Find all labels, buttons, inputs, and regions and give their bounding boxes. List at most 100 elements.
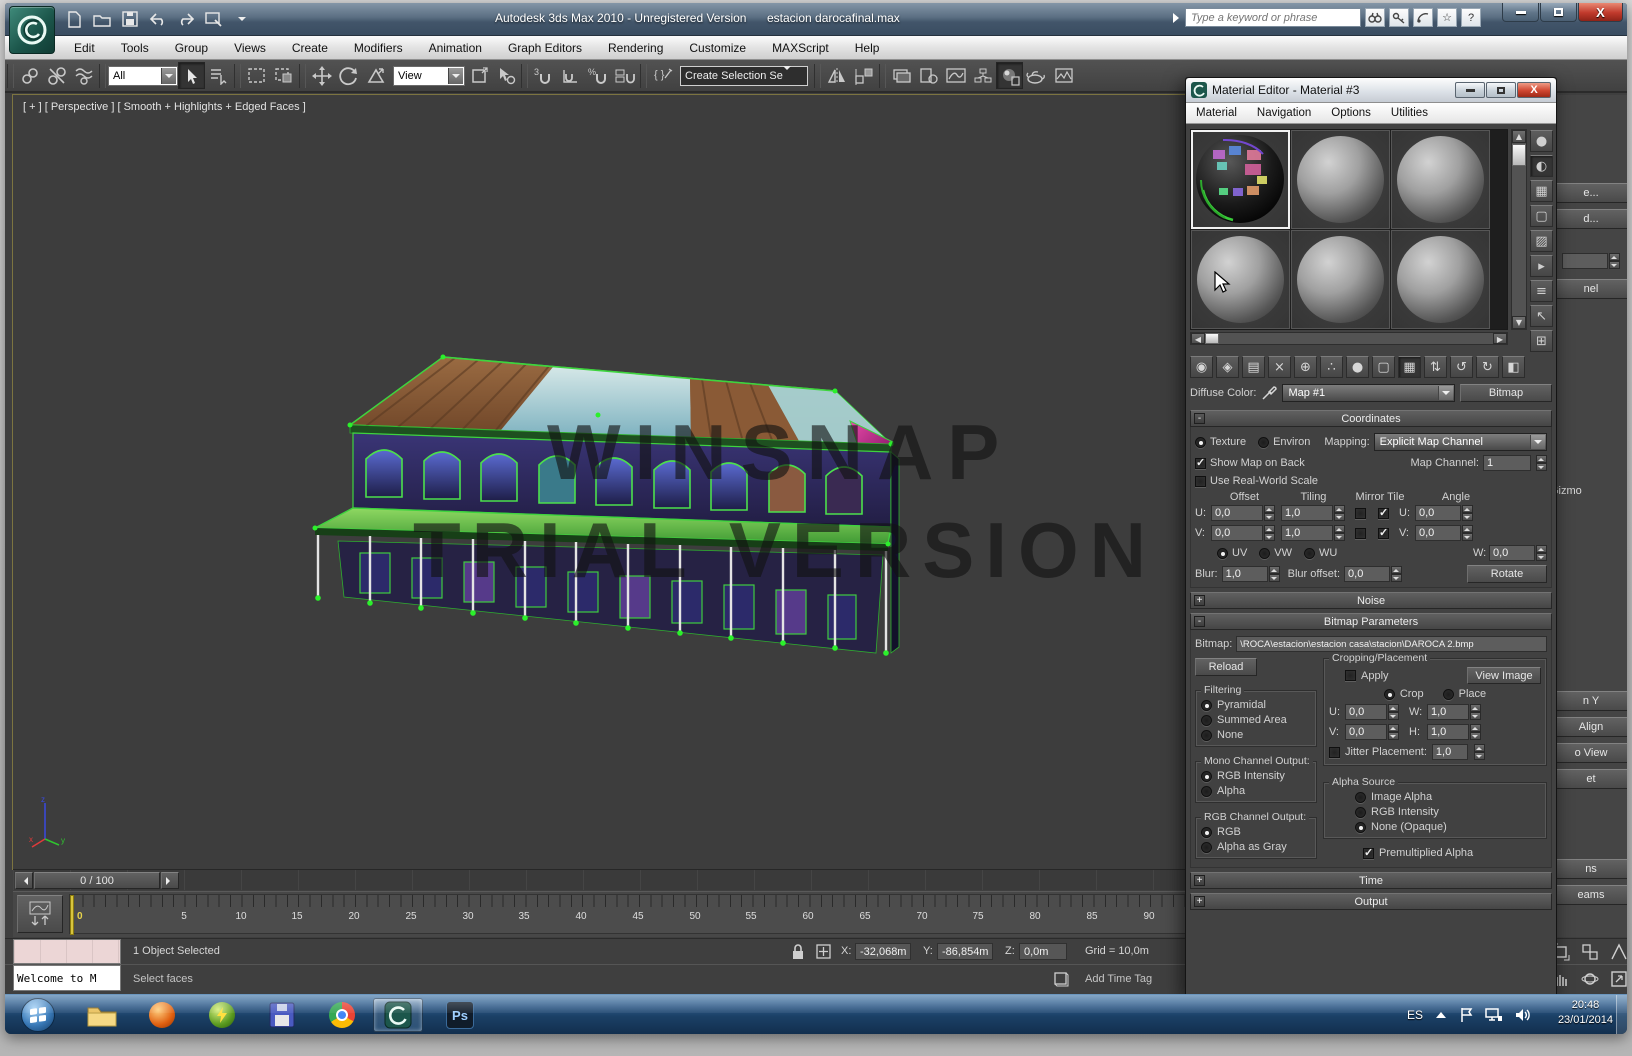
dropdown-arrow-icon[interactable] bbox=[448, 68, 463, 84]
v-tile-checkbox[interactable] bbox=[1378, 528, 1389, 539]
favorites-star-icon[interactable]: ☆ bbox=[1437, 8, 1457, 27]
alpha-rgb-intensity-radio[interactable] bbox=[1355, 807, 1366, 818]
rendered-frame-window-icon[interactable] bbox=[1050, 62, 1077, 89]
mirror-icon[interactable] bbox=[823, 62, 850, 89]
menu-customize[interactable]: Customize bbox=[676, 36, 759, 60]
volume-icon[interactable] bbox=[1515, 1008, 1531, 1022]
toolbar-options-chevron-icon[interactable] bbox=[231, 8, 253, 30]
place-radio[interactable] bbox=[1443, 689, 1454, 700]
material-slot-4[interactable] bbox=[1191, 230, 1290, 329]
search-binoculars-icon[interactable] bbox=[1365, 8, 1385, 27]
v-angle-field[interactable]: 0,0 bbox=[1415, 525, 1461, 541]
communication-center-icon[interactable] bbox=[1413, 8, 1433, 27]
redo-icon[interactable] bbox=[175, 8, 197, 30]
reference-coordinate-dropdown[interactable]: View bbox=[393, 66, 465, 86]
put-to-library-icon[interactable]: ● bbox=[1346, 356, 1369, 378]
selection-filter-dropdown[interactable]: All bbox=[108, 66, 178, 86]
subscription-key-icon[interactable] bbox=[1389, 8, 1409, 27]
scroll-down-icon[interactable]: ▼ bbox=[1512, 316, 1526, 329]
crop-w-field[interactable]: 1,0 bbox=[1427, 704, 1469, 720]
material-slot-6[interactable] bbox=[1391, 230, 1490, 329]
zoom-extents-all-icon[interactable] bbox=[1576, 939, 1604, 965]
view-image-button[interactable]: View Image bbox=[1467, 667, 1541, 684]
summed-area-radio[interactable] bbox=[1201, 715, 1212, 726]
material-map-navigator-icon[interactable]: ⊞ bbox=[1530, 330, 1553, 352]
scroll-right-icon[interactable]: ▶ bbox=[1493, 333, 1507, 344]
taskbar-app-green-icon[interactable] bbox=[197, 998, 247, 1032]
blur-field[interactable]: 1,0 bbox=[1222, 566, 1268, 582]
put-material-to-scene-icon[interactable]: ◈ bbox=[1216, 356, 1239, 378]
select-and-scale-icon[interactable] bbox=[362, 62, 389, 89]
texture-radio[interactable] bbox=[1195, 437, 1206, 448]
help-icon[interactable]: ? bbox=[1461, 8, 1481, 27]
render-setup-icon[interactable] bbox=[1023, 62, 1050, 89]
select-object-button[interactable] bbox=[178, 62, 205, 89]
make-preview-icon[interactable]: ▸ bbox=[1530, 255, 1553, 277]
rectangular-selection-region-icon[interactable] bbox=[243, 62, 270, 89]
make-material-copy-icon[interactable]: ⊕ bbox=[1294, 356, 1317, 378]
panel-button-fragment[interactable]: ns bbox=[1550, 859, 1627, 879]
panel-button-fragment[interactable]: d... bbox=[1550, 209, 1627, 229]
u-angle-field[interactable]: 0,0 bbox=[1415, 505, 1461, 521]
reload-button[interactable]: Reload bbox=[1195, 658, 1257, 676]
use-real-world-scale-checkbox[interactable] bbox=[1195, 476, 1206, 487]
named-selection-set-dropdown[interactable]: Create Selection Se bbox=[680, 66, 808, 86]
save-file-icon[interactable] bbox=[119, 8, 141, 30]
sample-type-icon[interactable]: ● bbox=[1530, 130, 1553, 152]
menu-group[interactable]: Group bbox=[162, 36, 221, 60]
select-and-move-icon[interactable] bbox=[308, 62, 335, 89]
v-mirror-checkbox[interactable] bbox=[1355, 528, 1366, 539]
w-angle-field[interactable]: 0,0 bbox=[1489, 545, 1535, 561]
v-offset-field[interactable]: 0,0 bbox=[1211, 525, 1263, 541]
graphite-tools-icon[interactable] bbox=[915, 62, 942, 89]
undo-icon[interactable] bbox=[147, 8, 169, 30]
schematic-view-icon[interactable] bbox=[969, 62, 996, 89]
menu-create[interactable]: Create bbox=[279, 36, 341, 60]
none-opaque-radio[interactable] bbox=[1355, 822, 1366, 833]
taskbar-clock[interactable]: 20:48 23/01/2014 bbox=[1558, 998, 1613, 1028]
window-crossing-toggle-icon[interactable] bbox=[270, 62, 297, 89]
collapse-icon[interactable]: - bbox=[1194, 616, 1205, 627]
noise-rollout-header[interactable]: + Noise bbox=[1190, 592, 1552, 609]
crop-u-field[interactable]: 0,0 bbox=[1345, 704, 1387, 720]
filter-none-radio[interactable] bbox=[1201, 730, 1212, 741]
taskbar-photoshop-icon[interactable]: Ps bbox=[435, 998, 485, 1032]
select-and-link-icon[interactable] bbox=[16, 62, 43, 89]
minimize-button[interactable] bbox=[1502, 3, 1539, 22]
rotate-button[interactable]: Rotate bbox=[1467, 565, 1547, 583]
go-to-parent-icon[interactable]: ↺ bbox=[1450, 356, 1473, 378]
material-slot-1-active[interactable] bbox=[1191, 130, 1290, 229]
maxscript-mini-listener[interactable]: Welcome to M bbox=[13, 965, 121, 991]
taskbar-explorer-icon[interactable] bbox=[77, 998, 127, 1032]
open-file-icon[interactable] bbox=[91, 8, 113, 30]
coordinates-rollout-header[interactable]: - Coordinates bbox=[1190, 410, 1552, 427]
bitmap-parameters-rollout-header[interactable]: - Bitmap Parameters bbox=[1190, 613, 1552, 630]
slots-vertical-scrollbar[interactable]: ▲ ▼ bbox=[1511, 129, 1527, 330]
material-slot-3[interactable] bbox=[1391, 130, 1490, 229]
viewport-label[interactable]: [ + ] [ Perspective ] [ Smooth + Highlig… bbox=[23, 101, 306, 113]
map-name-dropdown[interactable]: Map #1 bbox=[1282, 384, 1455, 402]
material-editor-titlebar[interactable]: Material Editor - Material #3 X bbox=[1186, 78, 1556, 103]
slots-horizontal-scrollbar[interactable]: ◀ ▶ bbox=[1190, 332, 1508, 345]
network-icon[interactable] bbox=[1485, 1008, 1503, 1022]
uv-radio[interactable] bbox=[1217, 548, 1228, 559]
align-icon[interactable] bbox=[850, 62, 877, 89]
dropdown-arrow-icon[interactable] bbox=[161, 68, 176, 84]
panel-button-fragment[interactable]: n Y bbox=[1550, 691, 1627, 711]
field-of-view-icon[interactable] bbox=[1605, 939, 1627, 965]
selection-lock-icon[interactable] bbox=[791, 943, 805, 960]
layer-manager-icon[interactable] bbox=[888, 62, 915, 89]
stack-item-gizmo[interactable]: Gizmo bbox=[1550, 481, 1627, 501]
panel-button-fragment[interactable]: Align bbox=[1550, 717, 1627, 737]
me-menu-material[interactable]: Material bbox=[1186, 107, 1247, 119]
frame-counter-button[interactable]: 0 / 100 bbox=[34, 872, 160, 889]
u-tile-checkbox[interactable] bbox=[1378, 508, 1389, 519]
previous-frame-button[interactable] bbox=[15, 872, 33, 889]
dropdown-arrow-icon[interactable] bbox=[783, 70, 791, 82]
sample-uv-tiling-icon[interactable]: ▢ bbox=[1530, 205, 1553, 227]
material-slot-2[interactable] bbox=[1291, 130, 1390, 229]
taskbar-chrome-icon[interactable] bbox=[317, 998, 367, 1032]
close-button[interactable]: X bbox=[1578, 3, 1623, 22]
application-menu-button[interactable] bbox=[9, 6, 55, 54]
wu-radio[interactable] bbox=[1304, 548, 1315, 559]
